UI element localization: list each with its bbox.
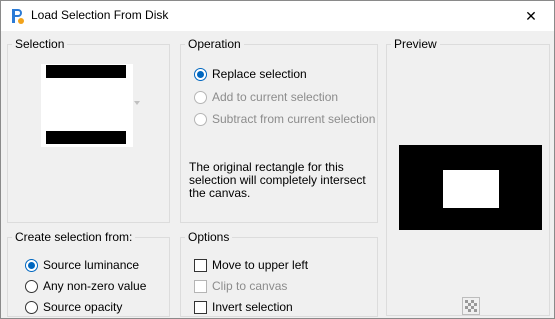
selection-group-label: Selection xyxy=(12,37,68,51)
radio-subtract-from-selection[interactable]: Subtract from current selection xyxy=(194,110,375,128)
chevron-down-icon[interactable] xyxy=(134,101,140,105)
preview-group: Preview xyxy=(386,37,550,316)
radio-any-non-zero[interactable]: Any non-zero value xyxy=(25,277,146,295)
close-button[interactable]: ✕ xyxy=(508,1,554,31)
radio-indicator[interactable] xyxy=(194,67,207,81)
selection-group: Selection xyxy=(7,37,170,223)
checkbox-move-upper-left[interactable]: Move to upper left xyxy=(194,256,308,274)
options-group: Options Move to upper left Clip to canva… xyxy=(180,230,378,317)
checkbox-label: Invert selection xyxy=(212,300,293,314)
radio-label: Subtract from current selection xyxy=(212,112,376,126)
checkbox-clip-to-canvas[interactable]: Clip to canvas xyxy=(194,277,287,295)
transparency-checker-icon[interactable] xyxy=(462,297,480,315)
selection-thumbnail[interactable] xyxy=(41,64,133,147)
radio-label: Add to current selection xyxy=(212,90,339,104)
radio-source-opacity[interactable]: Source opacity xyxy=(25,298,122,316)
radio-indicator[interactable] xyxy=(25,279,38,293)
options-group-label: Options xyxy=(185,230,233,244)
close-icon: ✕ xyxy=(525,7,537,24)
thumbnail-bottom-bar xyxy=(46,131,126,144)
radio-indicator[interactable] xyxy=(25,258,38,272)
checkbox-indicator[interactable] xyxy=(194,279,207,293)
app-logo-icon xyxy=(12,9,24,24)
preview-canvas xyxy=(399,145,542,230)
radio-label: Source opacity xyxy=(43,300,123,314)
dialog-window: Load Selection From Disk ✕ Selection Ope… xyxy=(0,0,555,319)
checkbox-indicator[interactable] xyxy=(194,258,207,272)
checkbox-label: Clip to canvas xyxy=(212,279,288,293)
radio-source-luminance[interactable]: Source luminance xyxy=(25,256,139,274)
operation-group-label: Operation xyxy=(185,37,244,51)
radio-indicator[interactable] xyxy=(194,90,207,104)
preview-group-label: Preview xyxy=(391,37,440,51)
radio-label: Any non-zero value xyxy=(43,279,147,293)
checkbox-indicator[interactable] xyxy=(194,300,207,314)
create-from-group: Create selection from: Source luminance … xyxy=(7,230,170,317)
radio-label: Replace selection xyxy=(212,67,307,81)
radio-label: Source luminance xyxy=(43,258,140,272)
window-title: Load Selection From Disk xyxy=(31,8,169,22)
radio-indicator[interactable] xyxy=(194,112,207,126)
operation-group: Operation Replace selection Add to curre… xyxy=(180,37,378,223)
title-bar: Load Selection From Disk ✕ xyxy=(1,1,554,31)
create-from-group-label: Create selection from: xyxy=(12,230,136,244)
radio-indicator[interactable] xyxy=(25,300,38,314)
preview-selection-area xyxy=(443,170,499,208)
radio-add-to-selection[interactable]: Add to current selection xyxy=(194,88,338,106)
radio-replace-selection[interactable]: Replace selection xyxy=(194,65,307,83)
checkbox-invert-selection[interactable]: Invert selection xyxy=(194,298,293,316)
thumbnail-top-bar xyxy=(46,65,126,78)
checkbox-label: Move to upper left xyxy=(212,258,309,272)
operation-description: The original rectangle for this selectio… xyxy=(189,160,366,200)
